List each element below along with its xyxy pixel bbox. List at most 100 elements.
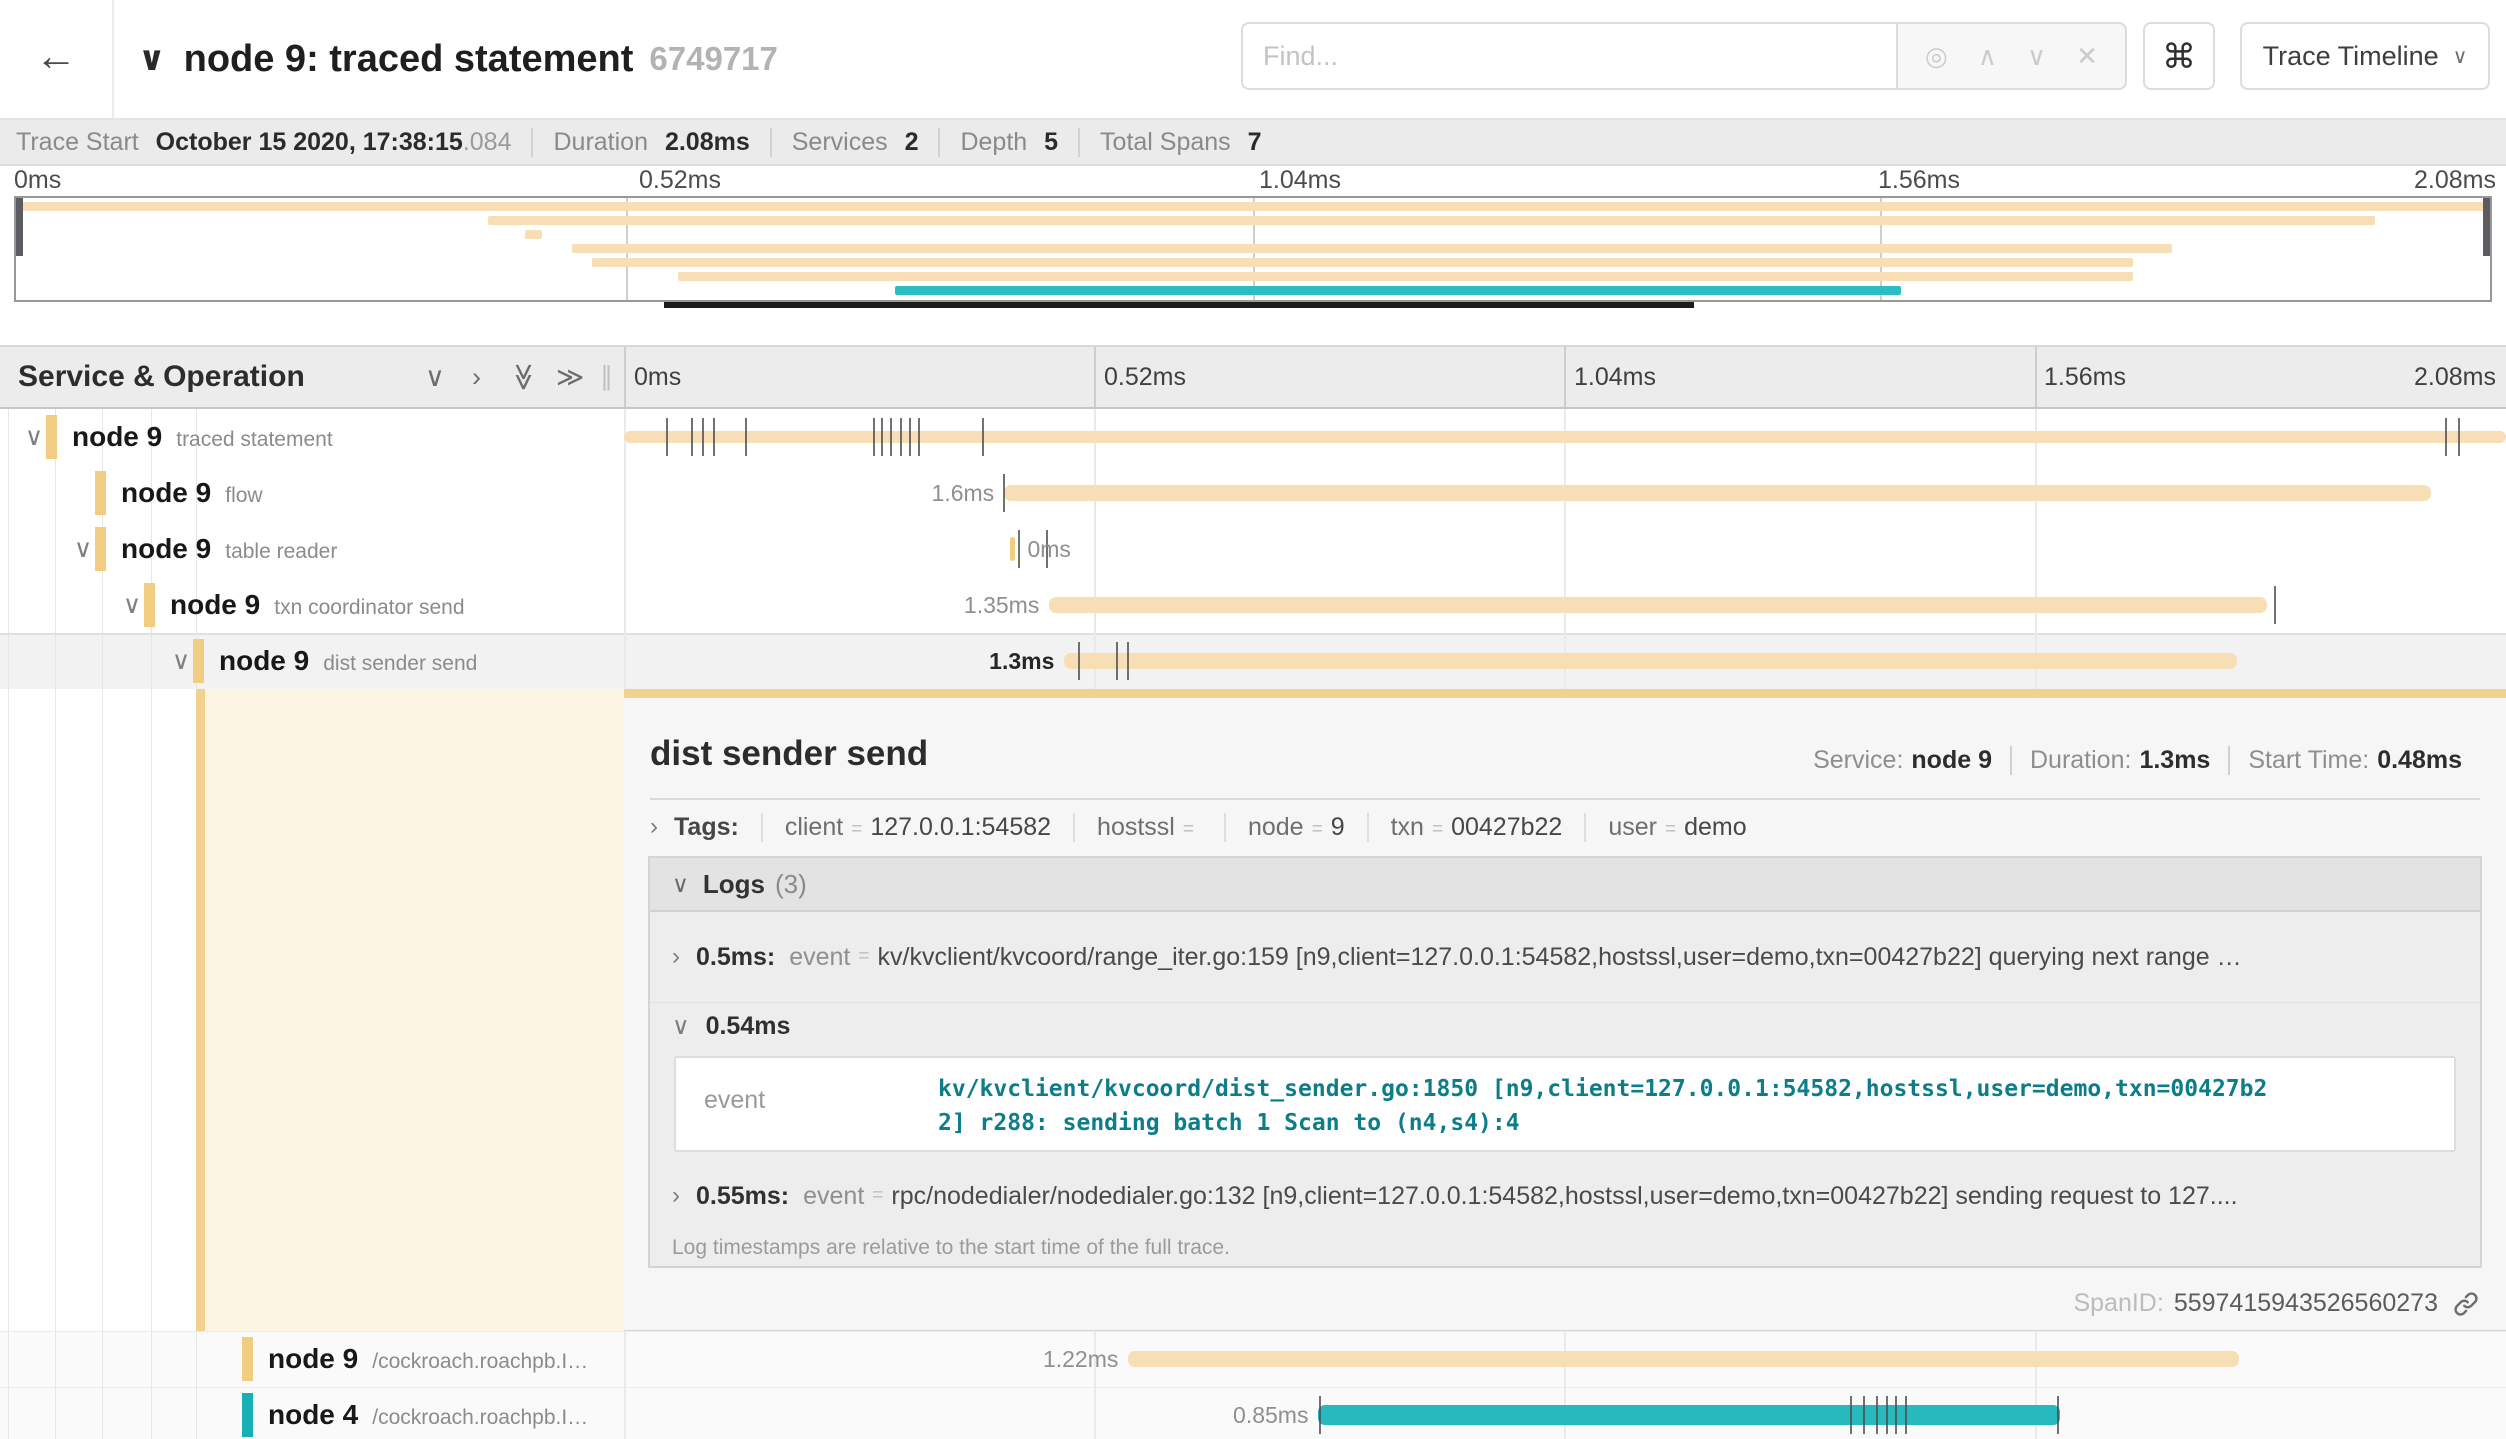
clear-search-icon[interactable]: ✕ [2076,41,2098,72]
keyboard-shortcuts-button[interactable]: ⌘ [2143,22,2215,90]
log-entry[interactable]: › 0.5ms: event = kv/kvclient/kvcoord/ran… [650,912,2480,1003]
chevron-right-icon: › [672,1182,680,1210]
tags-label: Tags: [674,813,739,842]
span-row-node-9-2[interactable]: ∨ node 9 table reader 0ms [0,521,2506,577]
back-arrow-icon: ← [35,32,77,79]
find-input[interactable] [1241,22,1896,90]
top-bar: ← ∨ node 9: traced statement 6749717 ◎ ∧… [0,0,2506,120]
trace-minimap[interactable] [14,196,2492,302]
span-name-group[interactable]: node 9traced statement [72,409,333,465]
collapse-all-icon[interactable]: ≫ [494,363,554,391]
span-bar[interactable] [1004,485,2431,501]
expand-chevron-icon[interactable]: ∨ [69,521,97,577]
minimap-span-bar [895,286,1900,295]
expand-all-icon[interactable]: ≫ [556,347,584,407]
gridline [624,347,626,407]
expand-one-icon[interactable]: › [472,347,481,407]
summary-duration: Duration 2.08ms [531,128,769,157]
tag-hostssl: hostssl= [1073,813,1224,842]
span-bar[interactable] [1049,597,2267,613]
span-row-node-9-3[interactable]: ∨ node 9txn coordinator send 1.35ms [0,577,2506,633]
minimap-scroll-indicator[interactable] [664,302,1694,308]
divider [650,798,2480,800]
span-detail-panel: dist sender send Service:node 9 Duration… [624,698,2506,1331]
span-duration-label: 0ms [1027,521,1070,577]
span-name-group[interactable]: node 9 table reader [121,521,337,577]
log-marker-tick [2445,418,2447,456]
meta-start-time: Start Time:0.48ms [2228,746,2480,775]
span-name-group[interactable]: node 9txn coordinator send [170,577,465,633]
operation-name: table reader [225,540,337,564]
logs-header[interactable]: ∨ Logs (3) [650,858,2480,912]
span-row-node-9-0[interactable]: ∨ node 9traced statement [0,409,2506,465]
link-icon[interactable] [2452,1290,2480,1318]
service-name: node 9 [121,533,211,565]
log-marker-tick [2274,586,2276,624]
expand-chevron-icon[interactable]: ∨ [20,409,48,465]
timeline-tick: 1.56ms [2044,347,2126,407]
view-selector-button[interactable]: Trace Timeline ∨ [2240,22,2490,90]
span-bar[interactable] [1128,1351,2238,1367]
viewport-start-handle[interactable] [16,198,23,256]
log-field: event [704,1086,765,1115]
tag-user: user=demo [1584,813,1768,842]
prev-match-icon[interactable]: ∧ [1978,41,1997,72]
span-bar[interactable] [624,431,2506,443]
span-name-group[interactable]: node 9/cockroach.roachpb.I… [268,1331,588,1387]
log-marker-tick [1886,1396,1888,1434]
span-row-node-9-4[interactable]: ∨ node 9dist sender send 1.3ms [0,633,2506,689]
span-name-group[interactable]: node 4/cockroach.roachpb.I… [268,1387,588,1439]
span-detail-accent-border [624,689,2506,698]
service-operation-header: Service & Operation [18,347,305,407]
gridline [1564,347,1566,407]
log-marker-tick [909,418,911,456]
span-name-group[interactable]: node 9flow [121,465,263,521]
expand-chevron-icon[interactable]: ∨ [118,577,146,633]
minimap-tick: 2.08ms [2414,166,2496,195]
timeline-tick: 0.52ms [1104,347,1186,407]
chevron-right-icon: › [672,943,680,971]
span-bar[interactable] [1318,1405,2060,1425]
back-button[interactable]: ← [0,0,114,118]
tag-node: node=9 [1224,813,1367,842]
collapse-trace-icon[interactable]: ∨ [138,39,166,79]
span-bar[interactable] [1064,653,2236,669]
log-marker-tick [900,418,902,456]
span-row-node-9-5[interactable]: node 9/cockroach.roachpb.I…1.22ms [0,1331,2506,1387]
tag-txn: txn=00427b22 [1367,813,1585,842]
logs-label: Logs [703,869,765,900]
span-row-node-4-6[interactable]: node 4/cockroach.roachpb.I…0.85ms [0,1387,2506,1439]
chevron-down-icon: ∨ [2453,44,2468,69]
minimap-span-bar [678,272,2133,281]
logs-count: (3) [775,869,807,900]
operation-name: txn coordinator send [274,596,464,620]
expand-chevron-icon[interactable]: ∨ [167,633,195,689]
operation-name: traced statement [176,428,332,452]
service-color-chip [95,471,106,515]
operation-name: dist sender send [323,652,477,676]
log-entry-expanded-header[interactable]: ∨ 0.54ms [650,1004,804,1048]
minimap-tick: 1.04ms [1259,166,1341,195]
next-match-icon[interactable]: ∨ [2027,41,2046,72]
logs-section: ∨ Logs (3) › 0.5ms: event = kv/kvclient/… [648,856,2482,1268]
log-marker-tick [691,418,693,456]
log-field: event [789,943,850,972]
log-entry[interactable]: › 0.55ms: event = rpc/nodedialer/nodedia… [650,1160,2480,1232]
log-value: rpc/nodedialer/nodedialer.go:132 [n9,cli… [891,1182,2237,1211]
span-row-node-9-1[interactable]: node 9flow1.6ms [0,465,2506,521]
viewport-end-handle[interactable] [2483,198,2490,256]
tags-row[interactable]: › Tags: client=127.0.0.1:54582 hostssl= … [650,802,1769,852]
logs-footer-note: Log timestamps are relative to the start… [672,1236,1230,1260]
collapse-one-icon[interactable]: ∨ [425,347,445,407]
log-value: kv/kvclient/kvcoord/range_iter.go:159 [n… [878,943,2242,972]
log-marker-tick [881,418,883,456]
span-duration-label: 1.35ms [964,577,1039,633]
span-bar[interactable] [1010,537,1016,561]
minimap-span-bar [488,216,2375,225]
span-duration-label: 1.3ms [989,633,1054,689]
log-marker-tick [1905,1396,1907,1434]
log-marker-tick [2458,418,2460,456]
match-target-icon[interactable]: ◎ [1925,41,1948,72]
span-name-group[interactable]: node 9dist sender send [219,633,477,689]
column-resizer-handle[interactable]: ∥ [600,361,613,392]
